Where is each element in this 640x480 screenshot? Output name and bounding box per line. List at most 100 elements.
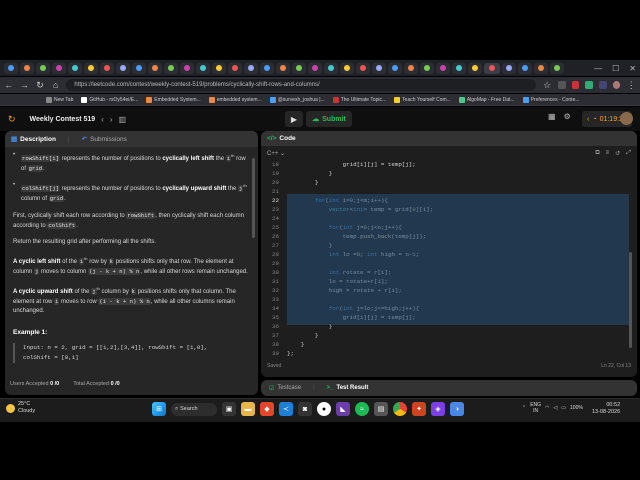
- minimize-icon[interactable]: —: [594, 64, 602, 73]
- browser-tab[interactable]: [164, 62, 178, 74]
- browser-tab[interactable]: [372, 62, 386, 74]
- run-button[interactable]: ▶: [285, 111, 303, 127]
- brave-browser-icon[interactable]: ◆: [260, 402, 274, 416]
- tab-test-result[interactable]: >_ Test Result: [327, 385, 369, 391]
- browser-tab[interactable]: [276, 62, 290, 74]
- leetcode-logo-icon[interactable]: ↻: [8, 114, 16, 125]
- browser-tab[interactable]: [20, 62, 34, 74]
- code-line[interactable]: 19 }: [261, 169, 631, 178]
- browser-tab[interactable]: [340, 62, 354, 74]
- code-line[interactable]: 20 }: [261, 178, 631, 187]
- tab-submissions[interactable]: ↶ Submissions: [82, 135, 127, 144]
- browser-tab[interactable]: [468, 62, 482, 74]
- browser-tab[interactable]: [388, 62, 402, 74]
- description-scrollbar[interactable]: [252, 158, 255, 238]
- tab-testcase[interactable]: ☑ Testcase: [269, 385, 301, 392]
- terminal-app-icon[interactable]: ◣: [336, 402, 350, 416]
- layout-icon[interactable]: ▦: [548, 112, 556, 121]
- browser-tab[interactable]: [502, 62, 516, 74]
- code-line[interactable]: 37 }: [261, 331, 631, 340]
- taskbar-search[interactable]: ⌕ Search: [171, 402, 217, 416]
- code-line[interactable]: 18 grid[i][j] = temp[j];: [261, 160, 631, 169]
- windows-start-icon[interactable]: ⊞: [152, 402, 166, 416]
- bookmark-item[interactable]: GitHub - rsOy54ei/E...: [81, 96, 138, 103]
- extension-icon[interactable]: [585, 81, 594, 89]
- store-icon[interactable]: ◙: [298, 402, 312, 416]
- url-field[interactable]: https://leetcode.com/contest/weekly-cont…: [66, 79, 537, 91]
- user-avatar[interactable]: [620, 112, 633, 125]
- settings-gear-icon[interactable]: ⚙: [564, 112, 571, 121]
- browser-tab[interactable]: [308, 62, 322, 74]
- browser-tab[interactable]: [116, 62, 130, 74]
- battery-icon[interactable]: ▭: [561, 405, 566, 411]
- app-icon[interactable]: ◈: [431, 402, 445, 416]
- submit-button[interactable]: ☁ Submit: [306, 111, 352, 127]
- tray-overflow-icon[interactable]: ⌃: [522, 405, 526, 411]
- browser-tab[interactable]: [68, 62, 82, 74]
- close-icon[interactable]: ✕: [629, 64, 636, 73]
- browser-tab[interactable]: [518, 62, 532, 74]
- browser-tab[interactable]: [244, 62, 258, 74]
- reset-icon[interactable]: ↺: [615, 150, 620, 157]
- bookmark-item[interactable]: Preferences - Conte...: [522, 96, 580, 103]
- reload-icon[interactable]: ↻: [35, 80, 45, 91]
- browser-tab[interactable]: [100, 62, 114, 74]
- browser-tab[interactable]: [550, 62, 564, 74]
- profile-avatar[interactable]: [612, 81, 621, 89]
- fullscreen-icon[interactable]: ⤢: [626, 150, 631, 157]
- browser-tab[interactable]: [132, 62, 146, 74]
- browser-tab[interactable]: [36, 62, 50, 74]
- bookmark-item[interactable]: The Ultimate Topic...: [332, 96, 386, 103]
- notepad-icon[interactable]: ▤: [374, 402, 388, 416]
- contest-title[interactable]: Weekly Contest 519: [30, 116, 96, 123]
- extension-icon[interactable]: [571, 81, 580, 89]
- browser-tab[interactable]: [260, 62, 274, 74]
- browser-tab[interactable]: [324, 62, 338, 74]
- browser-tab[interactable]: [356, 62, 370, 74]
- bookmark-item[interactable]: AlgoMap - Free Dat...: [458, 96, 515, 103]
- browser-tab[interactable]: [4, 62, 18, 74]
- next-problem-icon[interactable]: ›: [110, 115, 113, 124]
- spotify-icon[interactable]: ≈: [355, 402, 369, 416]
- tab-description[interactable]: ▤ Description: [11, 135, 56, 144]
- browser-tab[interactable]: [452, 62, 466, 74]
- code-line[interactable]: 38 }: [261, 340, 631, 349]
- task-view-icon[interactable]: ▣: [222, 402, 236, 416]
- bookmark-item[interactable]: Teach Yourself Com...: [394, 96, 451, 103]
- browser-tab[interactable]: [228, 62, 242, 74]
- format-icon[interactable]: ≡: [606, 150, 610, 157]
- browser-tab[interactable]: [212, 62, 226, 74]
- weather-widget[interactable]: 25°C Cloudy: [6, 401, 35, 415]
- chrome-icon[interactable]: [393, 402, 407, 416]
- back-icon[interactable]: ←: [4, 80, 14, 90]
- home-icon[interactable]: ⌂: [51, 80, 61, 90]
- browser-tab[interactable]: [84, 62, 98, 74]
- browser-tab[interactable]: [180, 62, 194, 74]
- bookmark-item[interactable]: embedded system...: [208, 96, 262, 103]
- app-icon[interactable]: ✦: [412, 402, 426, 416]
- problem-list-icon[interactable]: ▥: [119, 115, 127, 124]
- code-line[interactable]: 39};: [261, 349, 631, 358]
- vscode-icon[interactable]: ≺: [279, 402, 293, 416]
- browser-tab[interactable]: [404, 62, 418, 74]
- bookmark-star-icon[interactable]: ☆: [542, 80, 552, 91]
- app-icon[interactable]: ◑: [450, 402, 464, 416]
- browser-tab[interactable]: [420, 62, 434, 74]
- github-icon[interactable]: ●: [317, 402, 331, 416]
- browser-tab[interactable]: [436, 62, 450, 74]
- tab-code-label[interactable]: Code: [279, 135, 295, 142]
- file-explorer-icon[interactable]: ▬: [241, 402, 255, 416]
- wifi-icon[interactable]: ◠: [545, 405, 549, 411]
- bookmark-item[interactable]: Embedded System...: [146, 96, 201, 103]
- speaker-icon[interactable]: ◁: [553, 405, 557, 411]
- forward-icon[interactable]: →: [20, 80, 30, 90]
- extension-icon[interactable]: [599, 81, 607, 89]
- code-scrollbar[interactable]: [629, 252, 632, 348]
- taskbar-clock[interactable]: 00:52 13-08-2026: [592, 402, 620, 416]
- bookmark-item[interactable]: New Tab: [46, 96, 73, 103]
- bookmark-icon[interactable]: ⧉: [595, 150, 599, 157]
- prev-problem-icon[interactable]: ‹: [101, 115, 104, 124]
- browser-tab[interactable]: [196, 62, 210, 74]
- language-select[interactable]: C++ ⌄: [267, 150, 285, 157]
- browser-tab[interactable]: [52, 62, 66, 74]
